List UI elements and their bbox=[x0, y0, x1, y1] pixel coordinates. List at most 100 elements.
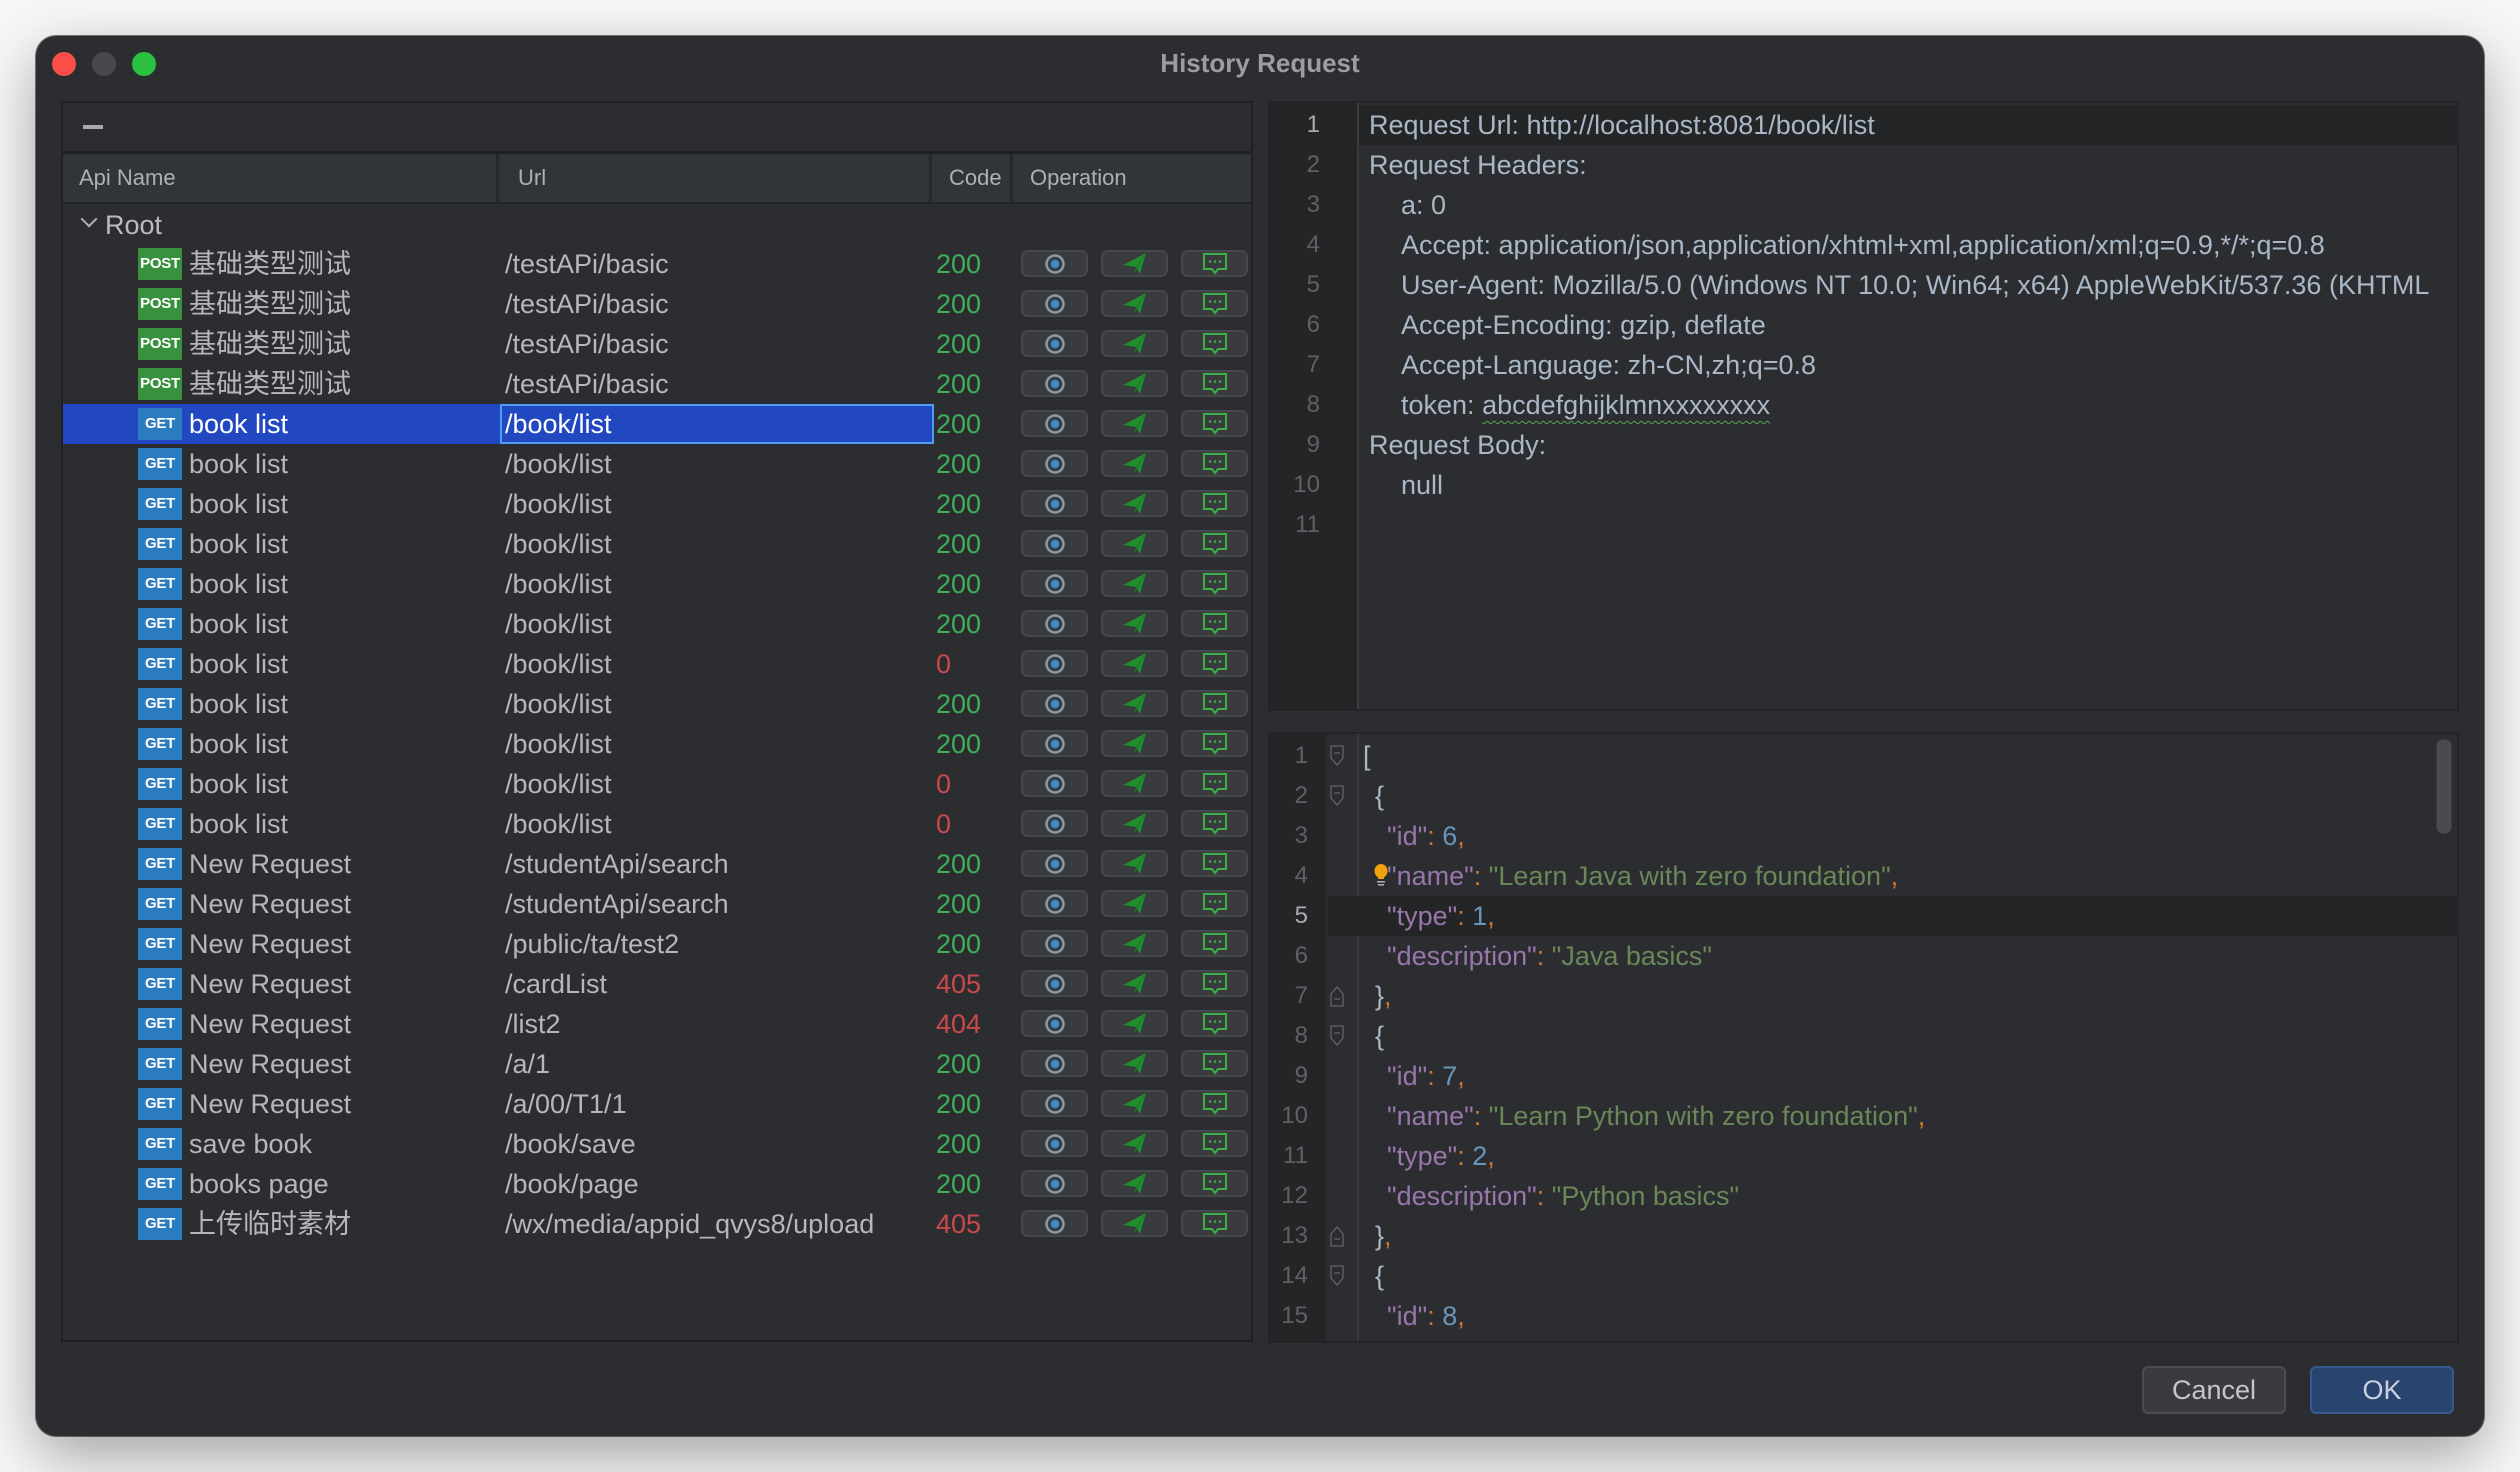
view-button[interactable] bbox=[1021, 1010, 1088, 1037]
fold-collapse-icon[interactable] bbox=[1330, 745, 1344, 767]
view-button[interactable] bbox=[1021, 810, 1088, 837]
table-row[interactable]: GET book list/book/list 200 bbox=[63, 604, 1251, 644]
view-button[interactable] bbox=[1021, 570, 1088, 597]
send-button[interactable] bbox=[1101, 930, 1168, 957]
message-button[interactable] bbox=[1181, 290, 1248, 317]
table-row[interactable]: GET books page/book/page 200 bbox=[63, 1164, 1251, 1204]
view-button[interactable] bbox=[1021, 1050, 1088, 1077]
send-button[interactable] bbox=[1101, 410, 1168, 437]
send-button[interactable] bbox=[1101, 570, 1168, 597]
table-row[interactable]: GET book list/book/list 0 bbox=[63, 764, 1251, 804]
fold-end-icon[interactable] bbox=[1330, 1225, 1344, 1247]
request-details-editor[interactable]: 1 Request Url: http://localhost:8081/book… bbox=[1268, 101, 2459, 711]
send-button[interactable] bbox=[1101, 330, 1168, 357]
message-button[interactable] bbox=[1181, 1010, 1248, 1037]
column-header-url[interactable]: Url bbox=[502, 154, 932, 202]
fold-collapse-icon[interactable] bbox=[1330, 785, 1344, 807]
message-button[interactable] bbox=[1181, 810, 1248, 837]
send-button[interactable] bbox=[1101, 1010, 1168, 1037]
table-row[interactable]: GET New Request/a/00/T1/1 200 bbox=[63, 1084, 1251, 1124]
table-row[interactable]: GET New Request/studentApi/search 200 bbox=[63, 884, 1251, 924]
view-button[interactable] bbox=[1021, 1130, 1088, 1157]
message-button[interactable] bbox=[1181, 530, 1248, 557]
table-row[interactable]: POST 基础类型测试/testAPi/basic 200 bbox=[63, 244, 1251, 284]
table-row[interactable]: GET book list/book/list 200 bbox=[63, 444, 1251, 484]
column-header-operation[interactable]: Operation bbox=[1016, 154, 1246, 202]
view-button[interactable] bbox=[1021, 890, 1088, 917]
send-button[interactable] bbox=[1101, 770, 1168, 797]
view-button[interactable] bbox=[1021, 370, 1088, 397]
send-button[interactable] bbox=[1101, 1170, 1168, 1197]
table-row[interactable]: POST 基础类型测试/testAPi/basic 200 bbox=[63, 364, 1251, 404]
table-row[interactable]: GET New Request/public/ta/test2 200 bbox=[63, 924, 1251, 964]
message-button[interactable] bbox=[1181, 610, 1248, 637]
message-button[interactable] bbox=[1181, 850, 1248, 877]
table-row[interactable]: GET book list/book/list 200 bbox=[63, 564, 1251, 604]
send-button[interactable] bbox=[1101, 810, 1168, 837]
table-row[interactable]: GET book list/book/list 200 bbox=[63, 524, 1251, 564]
view-button[interactable] bbox=[1021, 1090, 1088, 1117]
send-button[interactable] bbox=[1101, 650, 1168, 677]
column-header-api-name[interactable]: Api Name bbox=[63, 154, 499, 202]
message-button[interactable] bbox=[1181, 730, 1248, 757]
table-row[interactable]: GET book list/book/list 200 bbox=[63, 684, 1251, 724]
message-button[interactable] bbox=[1181, 1090, 1248, 1117]
table-row[interactable]: GET book list/book/list 200 bbox=[63, 724, 1251, 764]
message-button[interactable] bbox=[1181, 570, 1248, 597]
message-button[interactable] bbox=[1181, 410, 1248, 437]
send-button[interactable] bbox=[1101, 690, 1168, 717]
view-button[interactable] bbox=[1021, 250, 1088, 277]
send-button[interactable] bbox=[1101, 1210, 1168, 1237]
view-button[interactable] bbox=[1021, 450, 1088, 477]
message-button[interactable] bbox=[1181, 330, 1248, 357]
table-row[interactable]: GET New Request/cardList 405 bbox=[63, 964, 1251, 1004]
view-button[interactable] bbox=[1021, 770, 1088, 797]
view-button[interactable] bbox=[1021, 410, 1088, 437]
send-button[interactable] bbox=[1101, 370, 1168, 397]
message-button[interactable] bbox=[1181, 370, 1248, 397]
collapse-all-icon[interactable] bbox=[79, 115, 107, 137]
send-button[interactable] bbox=[1101, 1090, 1168, 1117]
view-button[interactable] bbox=[1021, 650, 1088, 677]
send-button[interactable] bbox=[1101, 1130, 1168, 1157]
view-button[interactable] bbox=[1021, 730, 1088, 757]
send-button[interactable] bbox=[1101, 290, 1168, 317]
vertical-scrollbar[interactable] bbox=[2436, 739, 2452, 834]
send-button[interactable] bbox=[1101, 450, 1168, 477]
send-button[interactable] bbox=[1101, 970, 1168, 997]
send-button[interactable] bbox=[1101, 250, 1168, 277]
send-button[interactable] bbox=[1101, 490, 1168, 517]
message-button[interactable] bbox=[1181, 890, 1248, 917]
table-row[interactable]: POST 基础类型测试/testAPi/basic 200 bbox=[63, 324, 1251, 364]
table-row[interactable]: GET book list/book/list 200 bbox=[63, 404, 1251, 444]
view-button[interactable] bbox=[1021, 970, 1088, 997]
message-button[interactable] bbox=[1181, 1170, 1248, 1197]
message-button[interactable] bbox=[1181, 930, 1248, 957]
table-row[interactable]: GET save book/book/save 200 bbox=[63, 1124, 1251, 1164]
message-button[interactable] bbox=[1181, 1210, 1248, 1237]
column-header-code[interactable]: Code bbox=[935, 154, 1013, 202]
send-button[interactable] bbox=[1101, 530, 1168, 557]
table-row[interactable]: GET book list/book/list 0 bbox=[63, 804, 1251, 844]
view-button[interactable] bbox=[1021, 490, 1088, 517]
fold-end-icon[interactable] bbox=[1330, 985, 1344, 1007]
view-button[interactable] bbox=[1021, 1210, 1088, 1237]
view-button[interactable] bbox=[1021, 530, 1088, 557]
message-button[interactable] bbox=[1181, 1130, 1248, 1157]
message-button[interactable] bbox=[1181, 250, 1248, 277]
table-row[interactable]: GET 上传临时素材/wx/media/appid_qvys8/upload 405 bbox=[63, 1204, 1251, 1244]
message-button[interactable] bbox=[1181, 1050, 1248, 1077]
view-button[interactable] bbox=[1021, 290, 1088, 317]
fold-collapse-icon[interactable] bbox=[1330, 1265, 1344, 1287]
message-button[interactable] bbox=[1181, 970, 1248, 997]
fold-collapse-icon[interactable] bbox=[1330, 1025, 1344, 1047]
table-row[interactable]: GET book list/book/list 200 bbox=[63, 484, 1251, 524]
view-button[interactable] bbox=[1021, 1170, 1088, 1197]
message-button[interactable] bbox=[1181, 490, 1248, 517]
send-button[interactable] bbox=[1101, 730, 1168, 757]
view-button[interactable] bbox=[1021, 690, 1088, 717]
send-button[interactable] bbox=[1101, 610, 1168, 637]
cancel-button[interactable]: Cancel bbox=[2142, 1366, 2286, 1414]
view-button[interactable] bbox=[1021, 850, 1088, 877]
message-button[interactable] bbox=[1181, 650, 1248, 677]
